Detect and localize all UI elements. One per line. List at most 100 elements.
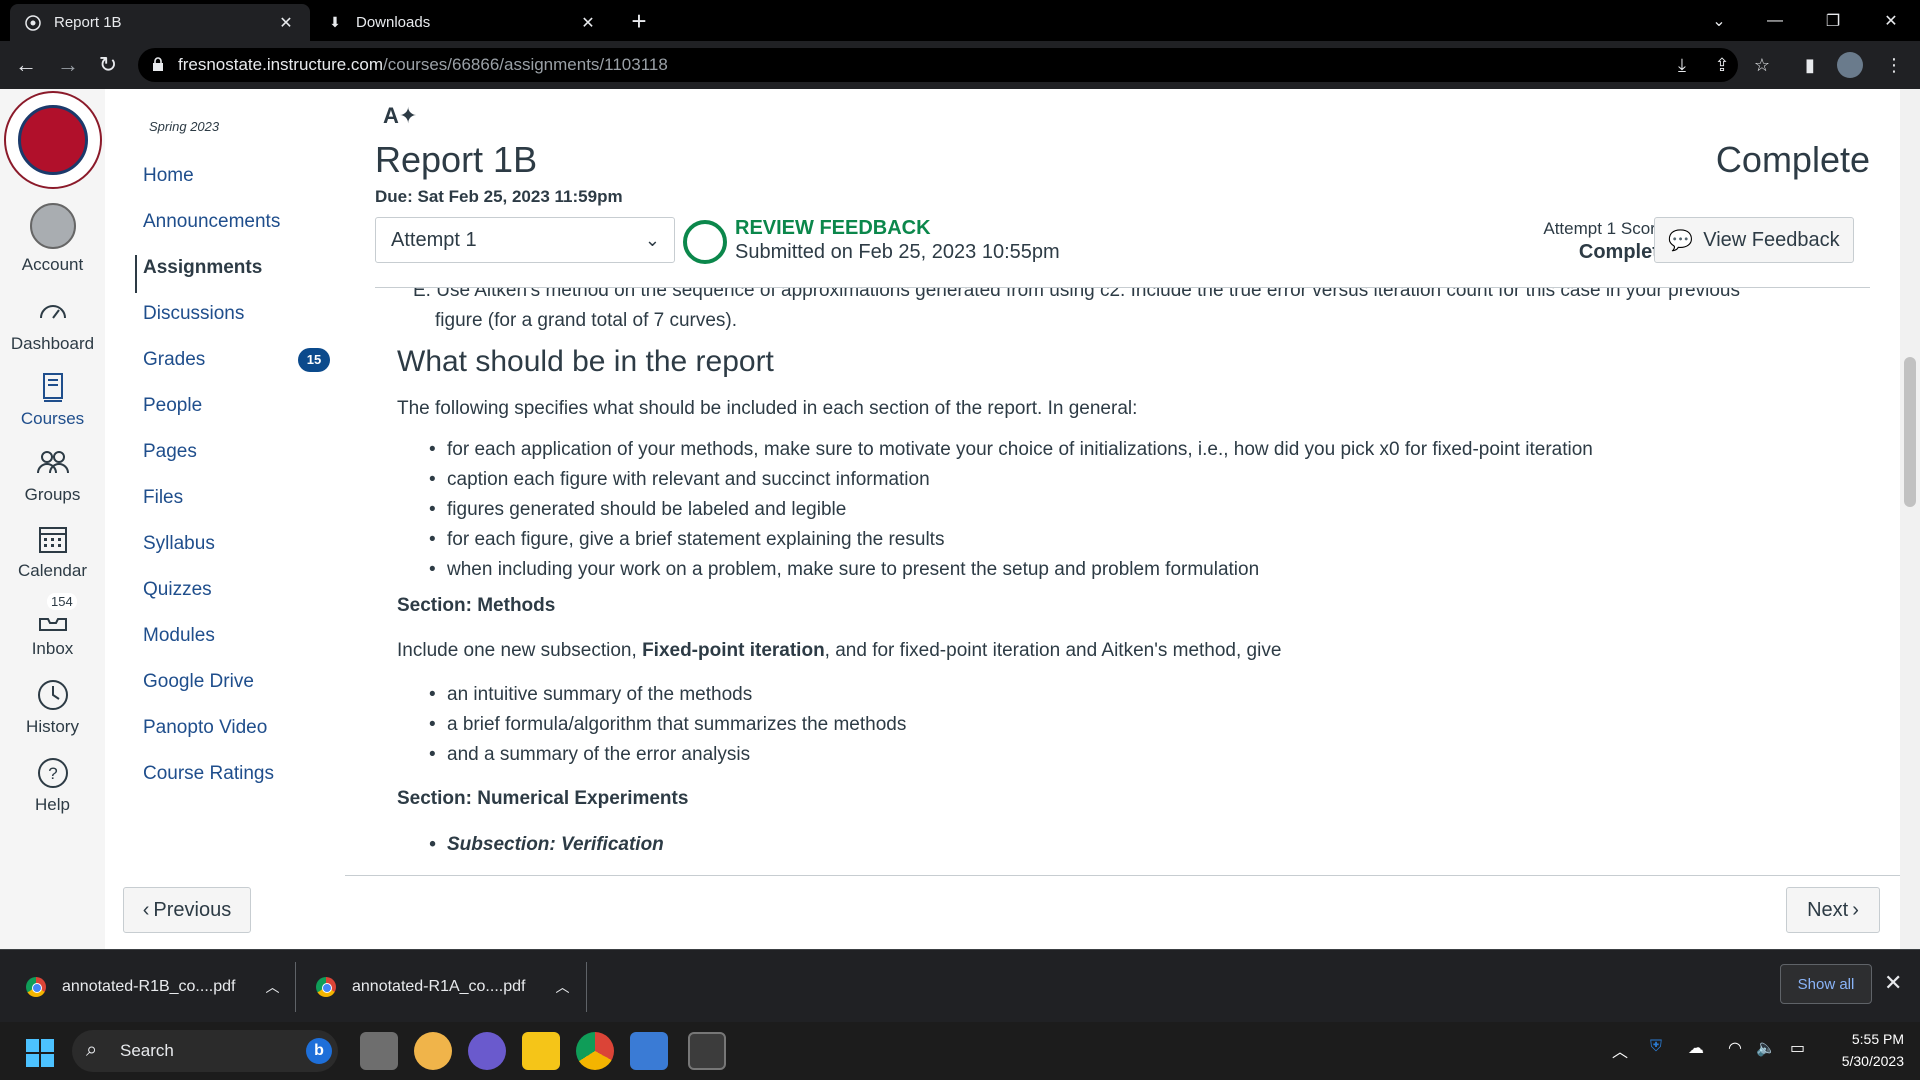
course-nav-syllabus[interactable]: Syllabus bbox=[143, 533, 215, 555]
chrome-icon bbox=[316, 976, 336, 997]
chevron-up-icon[interactable]: ︿ bbox=[555, 977, 569, 997]
course-nav-google-drive[interactable]: Google Drive bbox=[143, 671, 254, 693]
previous-button[interactable]: ‹ Previous bbox=[123, 887, 251, 933]
tab-downloads[interactable]: ⬇ Downloads ✕ bbox=[312, 4, 612, 41]
reload-button[interactable]: ↻ bbox=[90, 41, 126, 89]
photos-icon[interactable] bbox=[630, 1032, 668, 1070]
side-panel-icon[interactable]: ▮ bbox=[1796, 51, 1824, 79]
global-nav-inbox[interactable]: 154 Inbox bbox=[0, 593, 105, 659]
close-window-button[interactable]: ✕ bbox=[1868, 0, 1914, 41]
global-nav-account[interactable]: Account bbox=[0, 203, 105, 275]
global-nav-label: Dashboard bbox=[10, 334, 95, 353]
restore-button[interactable]: ❐ bbox=[1810, 0, 1856, 41]
course-nav-discussions[interactable]: Discussions bbox=[143, 303, 244, 325]
taskbar-search-label: Search bbox=[120, 1041, 174, 1060]
university-logo[interactable] bbox=[4, 91, 102, 189]
global-nav-courses[interactable]: Courses bbox=[0, 369, 105, 429]
download-icon: ⬇ bbox=[329, 14, 341, 30]
wifi-icon[interactable]: ◠ bbox=[1728, 1038, 1742, 1058]
forward-button[interactable]: → bbox=[50, 41, 86, 89]
onedrive-icon[interactable]: ☁ bbox=[1688, 1038, 1704, 1058]
clock-time: 5:55 PM bbox=[1851, 1031, 1904, 1047]
review-feedback-link[interactable]: REVIEW FEEDBACK bbox=[735, 217, 931, 240]
status-label: Complete bbox=[1715, 139, 1870, 180]
close-tab-icon[interactable]: ✕ bbox=[578, 13, 598, 33]
share-icon[interactable]: ⇪ bbox=[1708, 51, 1736, 79]
chat-icon[interactable] bbox=[468, 1032, 506, 1070]
course-nav-home[interactable]: Home bbox=[143, 165, 194, 187]
immersive-reader-icon[interactable]: A✦ bbox=[383, 103, 417, 129]
course-nav-quizzes[interactable]: Quizzes bbox=[143, 579, 212, 601]
global-nav-dashboard[interactable]: Dashboard bbox=[0, 294, 105, 354]
list-item: when including your work on a problem, m… bbox=[427, 555, 1593, 585]
list-item: Subsection: Verification bbox=[427, 830, 664, 860]
intro-paragraph: The following specifies what should be i… bbox=[397, 398, 1138, 419]
global-nav-groups[interactable]: Groups bbox=[0, 445, 105, 505]
global-nav-calendar[interactable]: Calendar bbox=[0, 521, 105, 581]
minimize-button[interactable]: — bbox=[1752, 0, 1798, 41]
course-nav-grades[interactable]: Grades bbox=[143, 349, 205, 371]
course-nav-assignments[interactable]: Assignments bbox=[143, 257, 262, 279]
divider bbox=[586, 962, 587, 1012]
list-item-e: E. Use Aitken's method on the sequence o… bbox=[413, 288, 1853, 336]
course-nav-pages[interactable]: Pages bbox=[143, 441, 197, 463]
install-icon[interactable]: ⤓ bbox=[1668, 51, 1696, 79]
battery-icon[interactable]: ▭ bbox=[1790, 1038, 1805, 1058]
back-button[interactable]: ← bbox=[8, 41, 44, 89]
next-label: Next bbox=[1807, 898, 1849, 921]
course-nav-panopto-video[interactable]: Panopto Video bbox=[143, 717, 267, 739]
view-feedback-button[interactable]: 💬 View Feedback bbox=[1654, 217, 1854, 263]
methods-intro-text: Include one new subsection, bbox=[397, 640, 643, 661]
scrollbar-thumb[interactable] bbox=[1904, 357, 1916, 507]
profile-avatar[interactable] bbox=[1836, 51, 1864, 79]
list-item: and a summary of the error analysis bbox=[427, 740, 906, 770]
address-bar[interactable]: fresnostate.instructure.com/courses/6686… bbox=[138, 48, 1738, 82]
windows-start-icon[interactable] bbox=[26, 1039, 54, 1067]
main-content: A✦ Report 1B Complete Due: Sat Feb 25, 2… bbox=[345, 89, 1900, 949]
course-nav-people[interactable]: People bbox=[143, 395, 202, 417]
new-tab-button[interactable]: + bbox=[624, 6, 654, 36]
next-button[interactable]: Next › bbox=[1786, 887, 1880, 933]
volume-icon[interactable]: 🔈 bbox=[1756, 1038, 1776, 1058]
task-view-icon[interactable] bbox=[360, 1032, 398, 1070]
bookmark-star-icon[interactable]: ☆ bbox=[1748, 51, 1776, 79]
numerical-list: Subsection: Verification bbox=[427, 830, 664, 860]
clock-date: 5/30/2023 bbox=[1841, 1053, 1904, 1069]
submission-status-circle bbox=[683, 220, 727, 264]
close-icon[interactable]: ✕ bbox=[1884, 970, 1902, 996]
chrome-icon bbox=[26, 976, 46, 997]
search-icon: ⌕ bbox=[86, 1039, 98, 1061]
chevron-up-icon[interactable]: ︿ bbox=[1612, 1038, 1628, 1062]
course-nav-course-ratings[interactable]: Course Ratings bbox=[143, 763, 274, 785]
course-nav-modules[interactable]: Modules bbox=[143, 625, 215, 647]
file-explorer-icon[interactable] bbox=[522, 1032, 560, 1070]
tab-search-icon[interactable]: ⌄ bbox=[1696, 0, 1742, 41]
global-nav-label: Inbox bbox=[31, 639, 74, 658]
list-item-e-line2: figure (for a grand total of 7 curves). bbox=[435, 310, 738, 331]
global-nav-history[interactable]: History bbox=[0, 677, 105, 737]
taskbar-clock[interactable]: 5:55 PM 5/30/2023 bbox=[1820, 1028, 1904, 1072]
groups-icon bbox=[36, 451, 69, 474]
course-nav-announcements[interactable]: Announcements bbox=[143, 211, 280, 233]
download-filename: annotated-R1B_co....pdf bbox=[62, 977, 236, 995]
security-icon[interactable]: ⛨ bbox=[1650, 1038, 1662, 1056]
section-heading: What should be in the report bbox=[397, 345, 774, 378]
download-item[interactable]: annotated-R1B_co....pdf ︿ bbox=[26, 950, 279, 1023]
download-item[interactable]: annotated-R1A_co....pdf ︿ bbox=[316, 950, 569, 1023]
chrome-canary-icon[interactable] bbox=[688, 1032, 726, 1070]
course-nav-files[interactable]: Files bbox=[143, 487, 183, 509]
active-indicator bbox=[135, 255, 137, 293]
widgets-icon[interactable] bbox=[414, 1032, 452, 1070]
tab-report-1b[interactable]: Report 1B ✕ bbox=[10, 4, 310, 41]
page-scrollbar[interactable] bbox=[1900, 89, 1920, 949]
chevron-up-icon[interactable]: ︿ bbox=[265, 977, 279, 997]
attempt-select[interactable]: Attempt 1 ⌄ bbox=[375, 217, 675, 263]
taskbar-search[interactable]: ⌕ Search b bbox=[72, 1030, 338, 1072]
global-nav-help[interactable]: ? Help bbox=[0, 755, 105, 815]
show-all-button[interactable]: Show all bbox=[1780, 964, 1872, 1004]
chrome-icon[interactable] bbox=[576, 1032, 614, 1070]
list-item: figures generated should be labeled and … bbox=[427, 495, 1593, 525]
menu-icon[interactable]: ⋮ bbox=[1880, 51, 1908, 79]
grades-count-badge: 15 bbox=[298, 348, 330, 372]
close-tab-icon[interactable]: ✕ bbox=[276, 13, 296, 33]
